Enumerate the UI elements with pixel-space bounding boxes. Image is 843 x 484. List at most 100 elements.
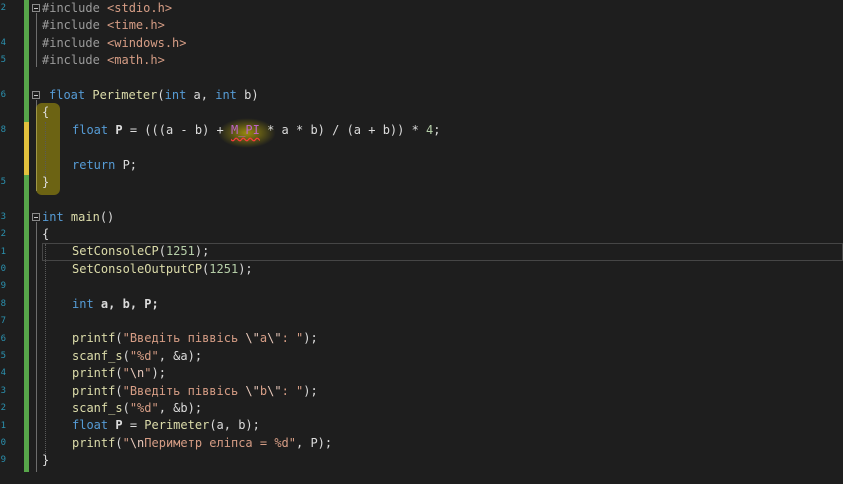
code-line[interactable] — [42, 191, 843, 208]
function-call: printf — [72, 331, 116, 346]
expression: P; — [115, 157, 138, 172]
code-line[interactable] — [42, 139, 843, 156]
preprocessor-directive: #include — [42, 1, 108, 15]
code-line[interactable]: float P = Perimeter(a, b); — [42, 417, 843, 434]
string-literal: : " — [281, 383, 304, 398]
code-line[interactable]: #include <windows.h> — [42, 35, 843, 52]
code-line[interactable]: { — [42, 104, 843, 121]
escape-sequence: \n — [129, 366, 145, 381]
declaration: a, b, P; — [100, 296, 159, 311]
close-brace: } — [42, 453, 50, 468]
line-number: 6 — [0, 333, 6, 344]
punctuation: ( — [115, 366, 123, 381]
preprocessor-directive: #include — [42, 53, 108, 68]
string-literal: " — [122, 366, 130, 381]
function-call: printf — [72, 383, 116, 398]
parameter-text: b) — [236, 87, 259, 102]
line-number: 9 — [0, 281, 6, 292]
code-editor[interactable]: 2 4 5 6 8 5 3 2 1 0 9 8 7 6 5 4 3 2 1 0 … — [0, 0, 843, 484]
line-number: 9 — [0, 455, 6, 466]
line-number: 4 — [0, 368, 6, 379]
region-line — [36, 222, 37, 472]
punctuation: ; — [433, 122, 441, 137]
escape-sequence: \" — [245, 331, 260, 346]
preprocessor-directive: #include — [42, 18, 108, 33]
include-path: <time.h> — [107, 18, 165, 33]
string-literal: : " — [281, 331, 304, 346]
code-line[interactable]: } — [42, 452, 843, 469]
punctuation: ( — [158, 244, 166, 259]
code-line[interactable]: printf("\n"); — [42, 365, 843, 382]
expression: = (((a - b) + — [122, 122, 231, 137]
arguments: , &a); — [158, 348, 203, 363]
code-line[interactable]: scanf_s("%d", &a); — [42, 348, 843, 365]
arguments: (a, b); — [209, 418, 260, 433]
open-brace: { — [42, 105, 50, 120]
function-name: Perimeter — [92, 87, 158, 102]
macro-m-pi: M_PI — [230, 122, 260, 137]
line-number: 2 — [0, 403, 6, 414]
code-line[interactable]: #include <math.h> — [42, 52, 843, 69]
code-text-area[interactable]: #include <stdio.h> #include <time.h> #in… — [42, 0, 843, 470]
code-line[interactable]: } — [42, 174, 843, 191]
escape-sequence: \" — [245, 383, 260, 398]
line-number: 4 — [0, 37, 6, 48]
changed-lines-indicator — [24, 175, 29, 472]
include-path: <windows.h> — [107, 35, 187, 50]
arguments: , P); — [296, 435, 333, 450]
code-line[interactable] — [42, 278, 843, 295]
collapse-region-icon[interactable] — [32, 91, 40, 99]
collapse-region-icon[interactable] — [32, 213, 40, 221]
punctuation: ( — [115, 383, 123, 398]
line-number: 1 — [0, 420, 6, 431]
preprocessor-directive: #include — [42, 35, 108, 50]
current-code-line[interactable]: SetConsoleCP(1251); — [42, 243, 843, 261]
line-number: 3 — [0, 385, 6, 396]
code-line[interactable]: { — [42, 226, 843, 243]
line-number: 8 — [0, 124, 6, 135]
function-call: printf — [72, 366, 116, 381]
line-number: 2 — [0, 3, 6, 13]
code-line[interactable]: SetConsoleOutputCP(1251); — [42, 261, 843, 278]
punctuation: ( — [157, 87, 165, 102]
code-line[interactable] — [42, 313, 843, 330]
keyword: int — [72, 296, 94, 311]
expression: * a * b) / (a + b)) * — [259, 122, 427, 137]
keyword: float — [72, 418, 109, 433]
code-line[interactable]: int a, b, P; — [42, 296, 843, 313]
line-number: 7 — [0, 316, 6, 327]
code-line[interactable] — [42, 70, 843, 87]
code-line[interactable]: #include <stdio.h> — [42, 0, 843, 17]
line-number: 5 — [0, 55, 6, 66]
function-call: scanf_s — [72, 348, 123, 363]
punctuation: ); — [303, 383, 318, 398]
code-line[interactable]: float Perimeter(int a, int b) — [42, 87, 843, 104]
code-line[interactable]: float P = (((a - b) + M_PI * a * b) / (a… — [42, 122, 843, 139]
code-line[interactable]: #include <time.h> — [42, 17, 843, 34]
code-line[interactable]: return P; — [42, 157, 843, 174]
line-number: 0 — [0, 438, 6, 448]
code-line[interactable]: printf("Введіть піввісь \"b\": "); — [42, 383, 843, 400]
collapse-region-icon[interactable] — [32, 4, 40, 12]
number-literal: 1251 — [209, 261, 239, 276]
operator: = — [122, 418, 145, 433]
line-number: 3 — [0, 211, 6, 222]
punctuation: ); — [194, 244, 210, 259]
code-line[interactable]: int main() — [42, 209, 843, 226]
function-call: scanf_s — [72, 400, 123, 415]
keyword: return — [72, 157, 116, 172]
region-line — [36, 100, 37, 191]
function-call: SetConsoleCP — [72, 244, 159, 259]
include-path: <stdio.h> — [107, 1, 173, 15]
punctuation: ( — [115, 331, 123, 346]
keyword: int — [215, 87, 237, 102]
code-line[interactable]: printf("Введіть піввісь \"a\": "); — [42, 330, 843, 347]
punctuation: ); — [238, 261, 253, 276]
region-line — [36, 13, 37, 67]
code-line[interactable]: printf("\nПериметр еліпса = %d", P); — [42, 435, 843, 452]
open-brace: { — [42, 227, 50, 242]
string-literal: Периметр еліпса = %d" — [144, 435, 296, 450]
code-line[interactable]: scanf_s("%d", &b); — [42, 400, 843, 417]
escape-sequence: \n — [129, 435, 145, 450]
